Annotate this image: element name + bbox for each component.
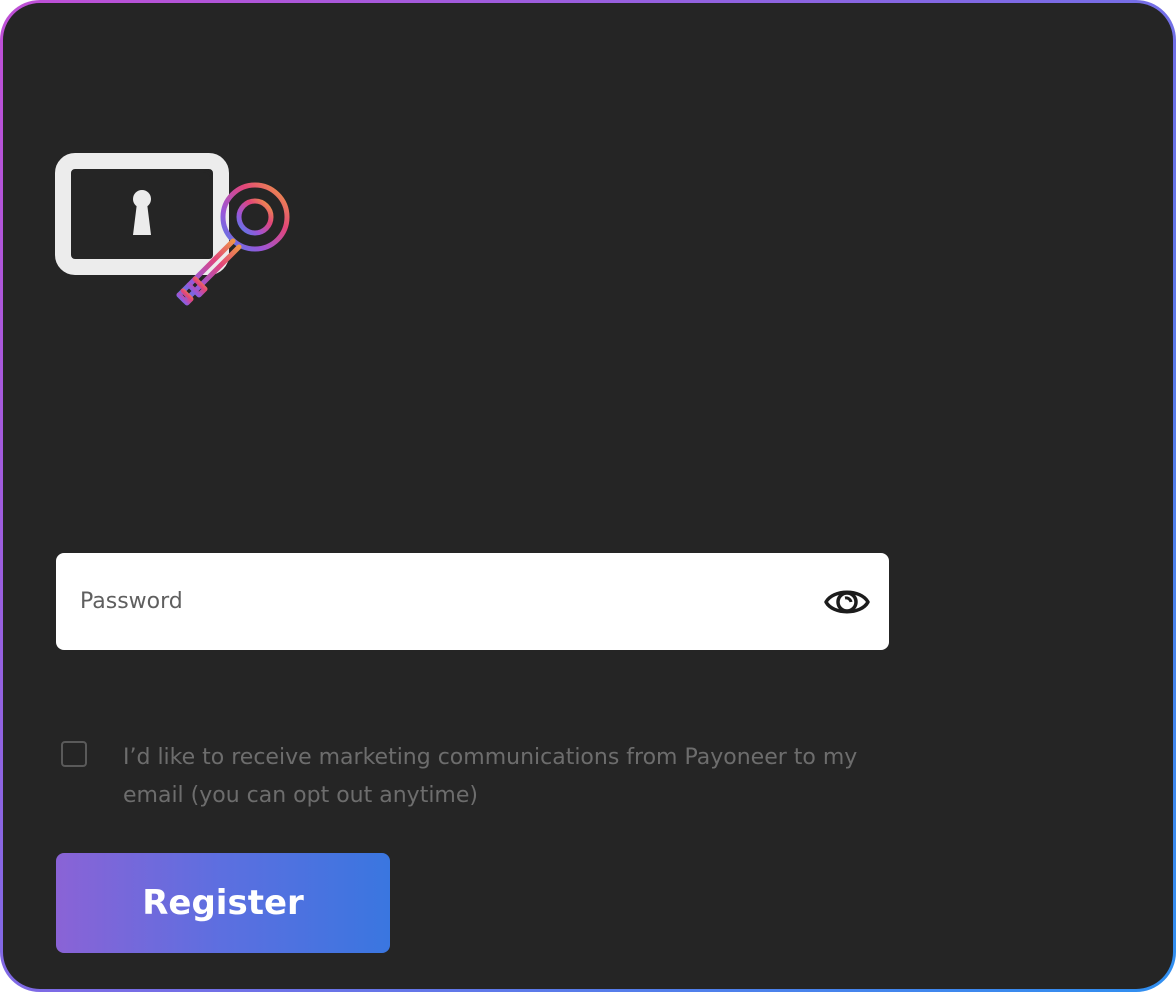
register-button[interactable]: Register <box>56 853 390 953</box>
registration-panel: I’d like to receive marketing communicat… <box>3 3 1173 989</box>
eye-icon[interactable] <box>823 580 871 624</box>
password-field <box>56 553 889 650</box>
marketing-consent-checkbox[interactable] <box>61 741 87 767</box>
app-frame: I’d like to receive marketing communicat… <box>0 0 1176 992</box>
password-input[interactable] <box>80 553 780 650</box>
lock-and-key-icon <box>55 153 290 306</box>
marketing-consent-label: I’d like to receive marketing communicat… <box>123 745 858 808</box>
